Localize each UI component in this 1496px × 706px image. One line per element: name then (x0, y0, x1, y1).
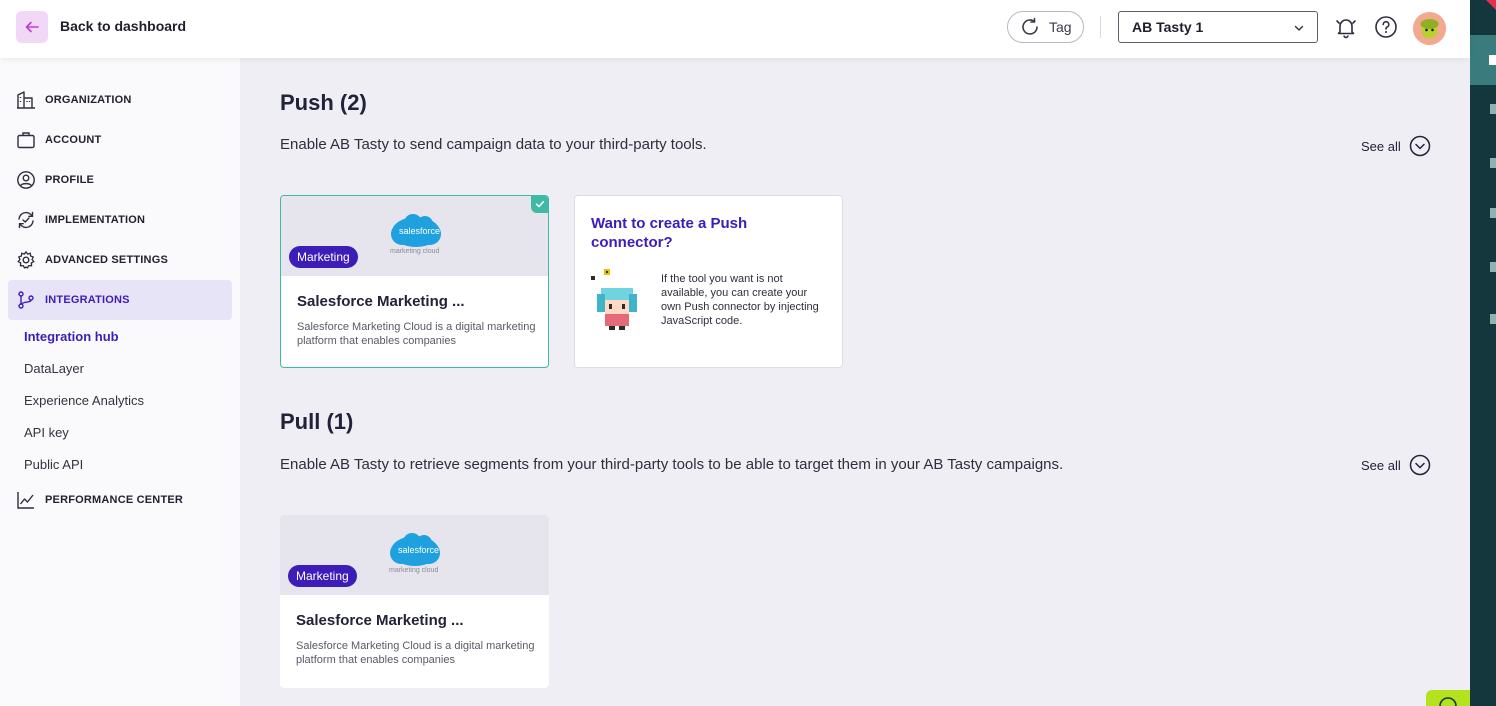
bell-icon (1336, 19, 1356, 39)
sidebar-subitem-public-api[interactable]: Public API (24, 457, 83, 472)
arrow-left-icon (25, 21, 39, 33)
sidebar-subitem-experience-analytics[interactable]: Experience Analytics (24, 393, 144, 408)
sidebar-subitem-datalayer[interactable]: DataLayer (24, 361, 84, 376)
pull-integration-card-salesforce[interactable]: salesforce marketing cloud Marketing Sal… (280, 515, 549, 688)
right-side-panel (1470, 0, 1496, 706)
push-section-title: Push (2) (280, 90, 367, 115)
sidebar-item-account[interactable]: ACCOUNT (8, 120, 232, 160)
card-title: Salesforce Marketing ... (296, 612, 464, 629)
right-panel-active-tab[interactable] (1470, 35, 1496, 85)
sidebar-item-organization[interactable]: ORGANIZATION (8, 80, 232, 120)
pull-section-description: Enable AB Tasty to retrieve segments fro… (280, 456, 1064, 473)
refresh-icon (1022, 17, 1038, 35)
help-button[interactable] (1373, 14, 1399, 40)
sidebar-item-label: ADVANCED SETTINGS (45, 254, 168, 266)
push-see-all-button[interactable]: See all (1361, 135, 1431, 157)
salesforce-logo-subtext: marketing cloud (389, 567, 439, 574)
notifications-button[interactable] (1333, 14, 1359, 40)
sidebar-item-advanced-settings[interactable]: ADVANCED SETTINGS (8, 240, 232, 280)
pull-see-all-button[interactable]: See all (1361, 454, 1431, 476)
sidebar-item-label: ORGANIZATION (45, 94, 132, 106)
promo-text: If the tool you want is not available, y… (661, 273, 819, 327)
card-description: Salesforce Marketing Cloud is a digital … (296, 640, 535, 666)
back-button[interactable] (16, 11, 48, 43)
tag-button-label: Tag (1049, 19, 1072, 35)
promo-title: Want to create a Push connector? (591, 215, 748, 251)
category-badge: Marketing (289, 246, 358, 268)
salesforce-logo-text: salesforce (399, 226, 441, 236)
category-badge: Marketing (288, 565, 357, 587)
salesforce-logo-text: salesforce (398, 545, 440, 555)
account-select[interactable]: AB Tasty 1 (1118, 11, 1318, 43)
chevron-down-circle-icon (1409, 135, 1430, 157)
user-avatar[interactable] (1413, 12, 1446, 45)
back-to-dashboard-link[interactable]: Back to dashboard (60, 18, 186, 34)
tag-button[interactable]: Tag (1007, 11, 1084, 43)
header-divider (1100, 16, 1101, 38)
panel-tab-icon (1489, 55, 1496, 65)
user-circle-icon (17, 171, 35, 189)
avatar-image (1413, 12, 1446, 45)
sidebar-item-label: INTEGRATIONS (45, 294, 130, 306)
chevron-down-icon (1294, 25, 1304, 31)
selected-check-badge (531, 196, 548, 213)
gear-icon (17, 251, 35, 269)
sidebar-item-performance-center[interactable]: PERFORMANCE CENTER (8, 480, 232, 520)
help-circle-icon (1375, 16, 1397, 38)
sidebar: ORGANIZATION ACCOUNT PROFILE IMPLEMENTAT… (0, 58, 240, 706)
chevron-down-circle-icon (1409, 454, 1430, 476)
building-icon (17, 91, 35, 109)
sidebar-subitem-integration-hub[interactable]: Integration hub (24, 329, 119, 344)
sidebar-item-profile[interactable]: PROFILE (8, 160, 232, 200)
sync-check-icon (18, 211, 34, 229)
top-header: Back to dashboard Tag AB Tasty 1 (0, 0, 1470, 58)
main-content: Push (2) Enable AB Tasty to send campaig… (240, 58, 1470, 706)
push-integration-card-salesforce[interactable]: salesforce marketing cloud Marketing Sal… (280, 195, 549, 368)
sidebar-item-label: PERFORMANCE CENTER (45, 494, 184, 506)
check-icon (535, 200, 545, 208)
see-all-label: See all (1361, 138, 1401, 154)
pixel-character-illustration (591, 269, 637, 330)
pull-section-title: Pull (1) (280, 409, 354, 434)
sidebar-item-integrations[interactable]: INTEGRATIONS (8, 280, 232, 320)
chat-icon (1439, 697, 1457, 706)
salesforce-logo-subtext: marketing cloud (390, 248, 440, 255)
panel-icons (1486, 0, 1496, 324)
chat-widget-button[interactable] (1426, 690, 1470, 706)
see-all-label: See all (1361, 457, 1401, 473)
sidebar-item-implementation[interactable]: IMPLEMENTATION (8, 200, 232, 240)
briefcase-icon (17, 132, 35, 149)
card-title: Salesforce Marketing ... (297, 293, 465, 310)
create-push-connector-card[interactable]: Want to create a Push connector? If the … (574, 195, 843, 368)
push-section-description: Enable AB Tasty to send campaign data to… (280, 136, 707, 153)
line-chart-icon (17, 492, 34, 509)
account-select-value: AB Tasty 1 (1132, 19, 1204, 35)
sidebar-subitem-api-key[interactable]: API key (24, 425, 69, 440)
sidebar-item-label: PROFILE (45, 174, 95, 186)
git-branch-icon (18, 291, 34, 309)
card-description: Salesforce Marketing Cloud is a digital … (297, 321, 536, 347)
sidebar-item-label: IMPLEMENTATION (45, 214, 146, 226)
sidebar-item-label: ACCOUNT (45, 134, 102, 146)
